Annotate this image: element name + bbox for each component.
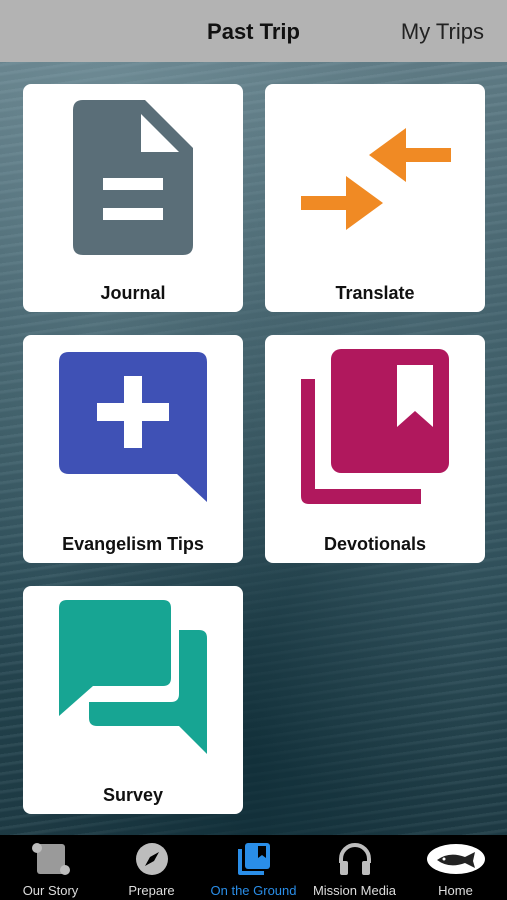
tab-prepare[interactable]: Prepare [101,835,202,900]
tile-label: Journal [100,283,166,303]
fish-logo-icon [426,844,485,874]
tile-evangelism-tips[interactable]: Evangelism Tips [23,335,243,563]
document-icon [73,100,193,255]
bookmark-books-icon [301,349,449,504]
tile-survey[interactable]: Survey [23,586,243,814]
tile-journal[interactable]: Journal [23,84,243,312]
tab-on-the-ground[interactable]: On the Ground [203,835,304,900]
my-trips-button[interactable]: My Trips [401,19,484,45]
tile-label: Devotionals [323,534,427,554]
chat-bubbles-icon [59,600,207,754]
compass-icon [135,843,168,875]
books-icon [237,843,270,875]
tab-our-story[interactable]: Our Story [0,835,101,900]
chat-plus-icon [59,352,207,502]
scroll-icon [31,843,70,875]
tile-translate[interactable]: Translate [265,84,485,312]
header-bar: Past Trip My Trips [0,0,507,62]
tab-mission-media[interactable]: Mission Media [304,835,405,900]
headphones-icon [338,843,371,875]
tile-label: Translate [335,283,415,303]
tile-label: Evangelism Tips [62,534,204,554]
tab-home[interactable]: Home [405,835,506,900]
tab-label: Home [438,883,473,898]
translate-arrows-icon [301,128,451,230]
bottom-tab-bar: Our Story Prepare On the Ground Mission … [0,835,507,900]
tile-label: Survey [102,785,164,805]
tile-devotionals[interactable]: Devotionals [265,335,485,563]
